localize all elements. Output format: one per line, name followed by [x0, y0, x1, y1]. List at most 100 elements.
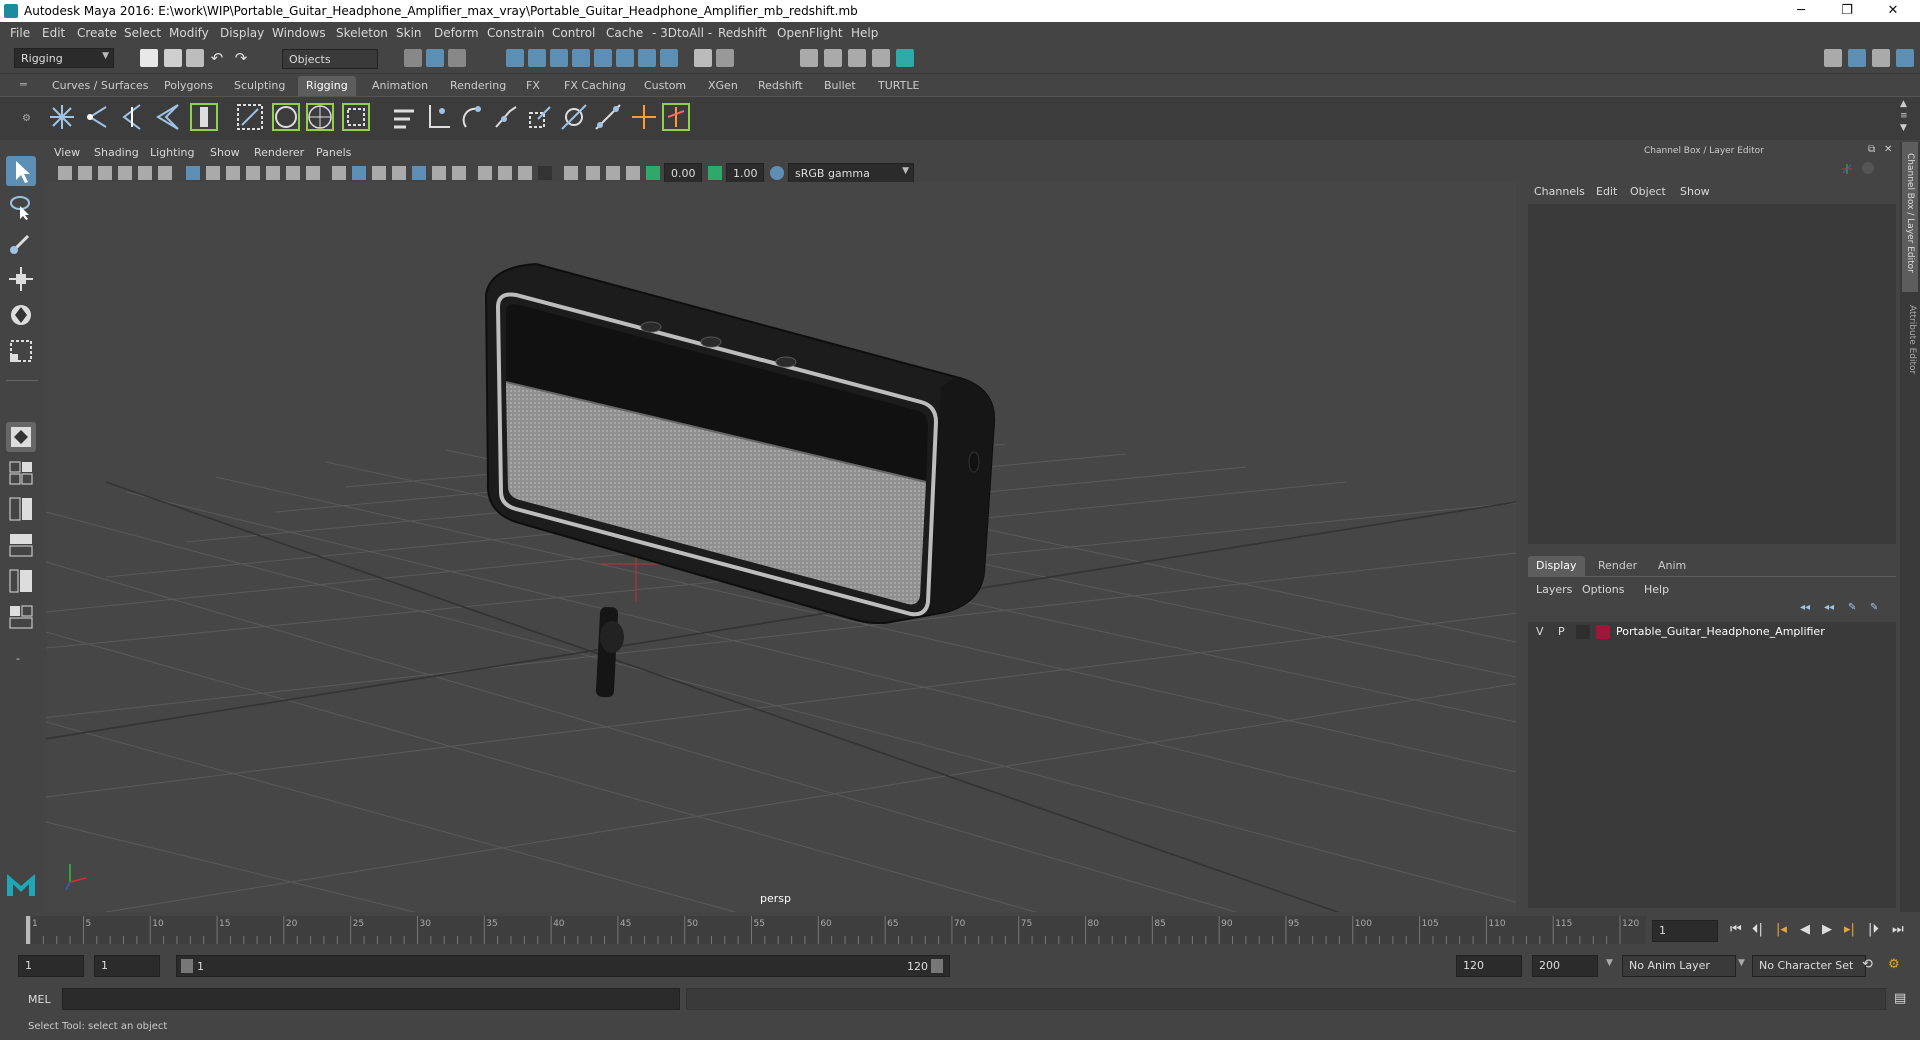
- backface-culling-icon[interactable]: [606, 166, 620, 180]
- menu-skeleton[interactable]: Skeleton: [336, 26, 388, 40]
- tab-layer-anim[interactable]: Anim: [1650, 556, 1694, 576]
- playback-end-field[interactable]: 120: [1456, 955, 1522, 977]
- select-by-hierarchy-icon[interactable]: [404, 49, 422, 67]
- select-by-component-icon[interactable]: [448, 49, 466, 67]
- humanik-icon[interactable]: [188, 101, 220, 133]
- save-scene-icon[interactable]: [186, 49, 204, 67]
- float-panel-icon[interactable]: ⧉: [1868, 144, 1875, 155]
- auto-key-icon[interactable]: ⟲: [1862, 957, 1873, 972]
- shadows-icon[interactable]: [432, 166, 446, 180]
- close-button[interactable]: ✕: [1870, 0, 1916, 22]
- viewport-menu-renderer[interactable]: Renderer: [254, 146, 304, 159]
- step-back-frame-icon[interactable]: ⏴|: [1752, 922, 1763, 937]
- move-layer-up-icon[interactable]: ◂◂: [1800, 602, 1810, 613]
- pole-vector-icon[interactable]: [592, 101, 624, 133]
- scale-tool-icon[interactable]: [6, 336, 36, 366]
- tab-sculpting[interactable]: Sculpting: [226, 76, 293, 96]
- speed-icon[interactable]: [1862, 162, 1874, 174]
- layout-hypershade-icon[interactable]: [6, 602, 36, 632]
- go-to-end-icon[interactable]: ⏭: [1892, 922, 1904, 937]
- layout-two-panes-side-icon[interactable]: [6, 494, 36, 524]
- image-plane-icon[interactable]: [118, 166, 132, 180]
- viewport-menu-lighting[interactable]: Lighting: [150, 146, 194, 159]
- character-set-dropdown[interactable]: No Character Set: [1752, 955, 1866, 977]
- bookmark-icon[interactable]: [98, 166, 112, 180]
- menu-windows[interactable]: Windows: [272, 26, 326, 40]
- viewport-menu-shading[interactable]: Shading: [94, 146, 139, 159]
- step-forward-frame-icon[interactable]: |⏵: [1868, 922, 1879, 937]
- symmetry-icon[interactable]: [660, 49, 678, 67]
- motion-blur-icon[interactable]: [478, 166, 492, 180]
- menu-create[interactable]: Create: [77, 26, 117, 40]
- grease-pencil-icon[interactable]: [158, 166, 172, 180]
- shelf-scroll-up-icon[interactable]: ▲: [1900, 99, 1907, 109]
- frame-all-icon[interactable]: [626, 166, 640, 180]
- set-driven-key-icon[interactable]: [660, 101, 692, 133]
- layer-color-swatch[interactable]: [1596, 625, 1610, 639]
- go-to-start-icon[interactable]: ⏮: [1730, 922, 1742, 937]
- menu-help[interactable]: Help: [851, 26, 878, 40]
- menu-openflight[interactable]: OpenFlight: [777, 26, 843, 40]
- film-gate-icon[interactable]: [206, 166, 220, 180]
- redo-icon[interactable]: ↷: [232, 49, 250, 67]
- viewport-menu-panels[interactable]: Panels: [316, 146, 351, 159]
- command-input[interactable]: [62, 988, 680, 1010]
- toolbox-more-icon[interactable]: -: [16, 652, 20, 665]
- gamma-field[interactable]: 1.00: [726, 163, 764, 183]
- render-view-icon[interactable]: [872, 49, 890, 67]
- menu-set-dropdown[interactable]: Rigging ▼: [14, 48, 114, 68]
- new-layer-selected-icon[interactable]: ✎: [1870, 602, 1878, 613]
- tab-polygons[interactable]: Polygons: [156, 76, 221, 96]
- orient-constraint-icon[interactable]: [456, 101, 488, 133]
- layout-persp-outliner-icon[interactable]: [6, 530, 36, 560]
- menu-display[interactable]: Display: [220, 26, 264, 40]
- manipulator-icon[interactable]: [1840, 162, 1854, 176]
- field-chart-icon[interactable]: [266, 166, 280, 180]
- tab-layer-display[interactable]: Display: [1528, 556, 1585, 576]
- lasso-tool-icon[interactable]: [6, 192, 36, 222]
- menu-3dtoall[interactable]: - 3DtoAll -: [652, 26, 712, 40]
- safe-action-icon[interactable]: [286, 166, 300, 180]
- playback-start-field[interactable]: 1: [94, 955, 160, 977]
- start-frame-field[interactable]: 1: [18, 955, 84, 977]
- restore-button[interactable]: ❐: [1824, 0, 1870, 22]
- grid-toggle-icon[interactable]: [186, 166, 200, 180]
- smooth-shade-icon[interactable]: [352, 166, 366, 180]
- scale-constraint-icon[interactable]: [524, 101, 556, 133]
- menu-cache[interactable]: Cache: [606, 26, 643, 40]
- snap-live-icon[interactable]: [638, 49, 656, 67]
- locator-icon[interactable]: [628, 101, 660, 133]
- safe-title-icon[interactable]: [306, 166, 320, 180]
- viewport-persp[interactable]: persp: [46, 182, 1516, 915]
- lattice-icon[interactable]: [304, 101, 336, 133]
- isolate-select-icon[interactable]: [538, 166, 552, 180]
- animation-preferences-icon[interactable]: ⚙: [1888, 957, 1900, 972]
- tab-redshift[interactable]: Redshift: [750, 76, 811, 96]
- selection-mode-dropdown[interactable]: Objects: [282, 49, 378, 69]
- paint-weights-icon[interactable]: [388, 101, 420, 133]
- minimize-button[interactable]: ─: [1778, 0, 1824, 22]
- xray-icon[interactable]: [564, 166, 578, 180]
- menu-control[interactable]: Control: [552, 26, 595, 40]
- tab-fx[interactable]: FX: [518, 76, 548, 96]
- chevron-down-icon[interactable]: ▼: [1738, 958, 1745, 968]
- layer-reference-toggle[interactable]: [1576, 625, 1590, 639]
- tab-layer-render[interactable]: Render: [1590, 556, 1645, 576]
- rotate-tool-icon[interactable]: [6, 300, 36, 330]
- help-menu[interactable]: Help: [1644, 583, 1669, 596]
- layout-persp-graph-icon[interactable]: [6, 566, 36, 596]
- show-menu[interactable]: Show: [1680, 185, 1710, 198]
- textured-icon[interactable]: [392, 166, 406, 180]
- select-camera-icon[interactable]: [58, 166, 72, 180]
- script-editor-icon[interactable]: ▤: [1894, 991, 1906, 1006]
- snap-surface-icon[interactable]: [594, 49, 612, 67]
- step-forward-key-icon[interactable]: ▸|: [1844, 922, 1855, 937]
- current-time-marker[interactable]: [26, 916, 30, 944]
- current-frame-field[interactable]: 1: [1652, 920, 1718, 942]
- color-management-icon[interactable]: [770, 166, 784, 180]
- layout-four-panes-icon[interactable]: [6, 458, 36, 488]
- play-forwards-icon[interactable]: ▶: [1822, 922, 1832, 937]
- undo-icon[interactable]: ↶: [208, 49, 226, 67]
- layer-name[interactable]: Portable_Guitar_Headphone_Amplifier: [1616, 625, 1825, 638]
- snap-projected-center-icon[interactable]: [616, 49, 634, 67]
